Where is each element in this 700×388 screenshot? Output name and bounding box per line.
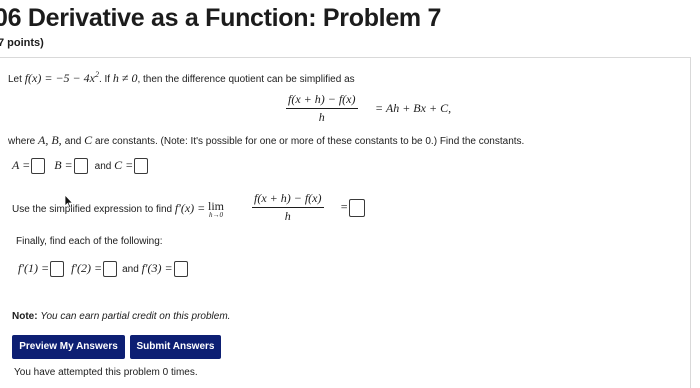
problem-statement: Let f(x) = −5 − 4x2. If h ≠ 0, then the … [8, 70, 355, 86]
h-condition: h ≠ 0 [112, 71, 138, 85]
difference-quotient: f(x + h) − f(x) h [286, 92, 358, 125]
mouse-cursor-icon [64, 194, 74, 209]
c-input[interactable] [134, 158, 149, 175]
partial-credit-note: Note: You can earn partial credit on thi… [12, 311, 231, 322]
limit-quotient: f(x + h) − f(x) h [252, 191, 324, 224]
where-statement: where A, B, and C are constants. (Note: … [8, 133, 525, 147]
f2-label: f′(2) = [71, 261, 103, 275]
a-input[interactable] [31, 158, 46, 175]
limit-numerator: f(x + h) − f(x) [254, 191, 322, 205]
let-text: Let [8, 74, 25, 85]
function-definition: f(x) = −5 − 4x2 [24, 70, 99, 85]
f2-input[interactable] [103, 261, 118, 278]
dq-denominator: h [318, 110, 325, 124]
derivative-input[interactable] [349, 199, 366, 217]
f3-label: f′(3) = [141, 261, 173, 275]
limit: lim h→0 [208, 199, 225, 219]
f3-and-label: and [122, 264, 139, 275]
f1-label: f′(1) = [18, 261, 50, 275]
dq-rhs: = Ah + Bx + C, [375, 101, 452, 115]
limit-denominator: h [284, 209, 291, 223]
b-input[interactable] [73, 158, 88, 175]
and-label: and [94, 161, 112, 172]
a-label: A = [12, 158, 31, 172]
f1-input[interactable] [50, 261, 65, 278]
b-label: B = [54, 158, 73, 172]
points-label: 7 points) [0, 37, 44, 49]
f3-input[interactable] [173, 261, 188, 278]
c-label: C = [114, 158, 134, 172]
difference-text: , then the difference quotient can be si… [137, 74, 355, 85]
preview-answers-button[interactable]: Preview My Answers [12, 335, 125, 359]
constants-row: A = B = and C = [12, 158, 149, 175]
use-statement: Use the simplified expression to find f′… [12, 200, 224, 219]
values-row: f′(1) = f′(2) = and f′(3) = [18, 261, 189, 278]
if-text: . If [98, 74, 113, 85]
use-text: Use the simplified expression to find [12, 204, 173, 216]
limit-answer: = [340, 199, 366, 217]
finally-text: Finally, find each of the following: [16, 236, 163, 247]
submit-answers-button[interactable]: Submit Answers [130, 335, 221, 359]
page-title: 06 Derivative as a Function: Problem 7 [0, 4, 442, 32]
fprime-x: f′(x) = [174, 201, 206, 216]
attempts-text: You have attempted this problem 0 times. [14, 367, 198, 378]
dq-numerator: f(x + h) − f(x) [288, 92, 356, 106]
